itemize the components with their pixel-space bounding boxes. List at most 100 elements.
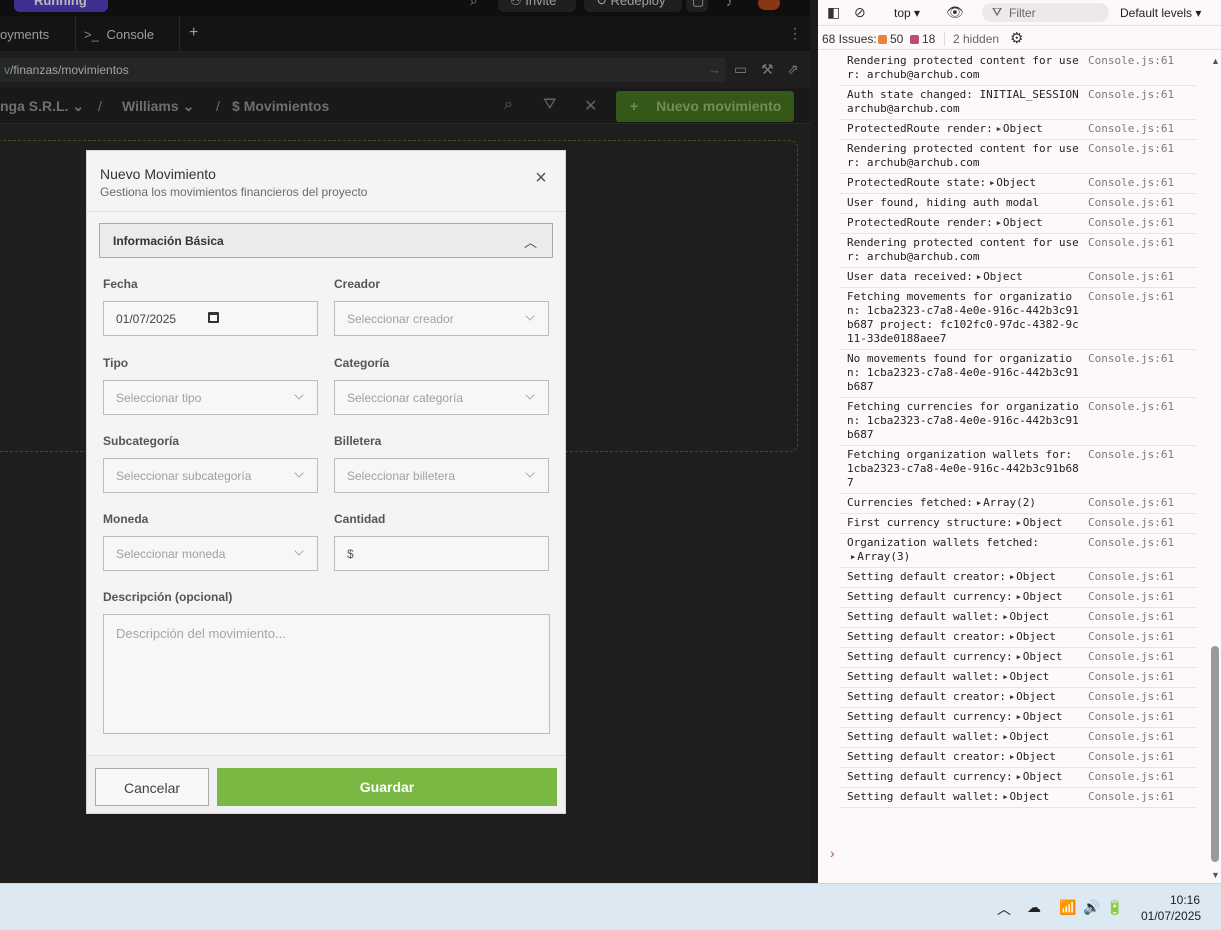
moneda-select[interactable]: Seleccionar moneda bbox=[103, 536, 318, 571]
expand-triangle-icon[interactable]: ▶ bbox=[997, 219, 1001, 227]
expand-triangle-icon[interactable]: ▶ bbox=[1003, 673, 1007, 681]
log-source-link[interactable]: Console.js:61 bbox=[1088, 236, 1174, 250]
log-source-link[interactable]: Console.js:61 bbox=[1088, 122, 1174, 136]
log-object[interactable]: Object bbox=[1010, 730, 1050, 743]
log-source-link[interactable]: Console.js:61 bbox=[1088, 690, 1174, 704]
log-source-link[interactable]: Console.js:61 bbox=[1088, 54, 1174, 68]
sidebar-toggle-icon[interactable]: ◧ bbox=[827, 4, 840, 21]
log-source-link[interactable]: Console.js:61 bbox=[1088, 270, 1174, 284]
issues-warning-count[interactable]: 50 bbox=[878, 32, 903, 46]
settings-gear-icon[interactable]: ⚙ bbox=[1010, 29, 1023, 47]
log-object[interactable]: Object bbox=[1016, 570, 1056, 583]
log-source-link[interactable]: Console.js:61 bbox=[1088, 516, 1174, 530]
log-object[interactable]: Object bbox=[1016, 690, 1056, 703]
log-object[interactable]: Object bbox=[1023, 590, 1063, 603]
clock-time[interactable]: 10:16 bbox=[1170, 893, 1200, 907]
log-source-link[interactable]: Console.js:61 bbox=[1088, 352, 1174, 366]
creador-select[interactable]: Seleccionar creador bbox=[334, 301, 549, 336]
log-object[interactable]: Object bbox=[1023, 710, 1063, 723]
log-source-link[interactable]: Console.js:61 bbox=[1088, 610, 1174, 624]
expand-triangle-icon[interactable]: ▶ bbox=[1003, 733, 1007, 741]
log-levels-select[interactable]: Default levels ▾ bbox=[1120, 6, 1201, 20]
wifi-icon[interactable]: 📶 bbox=[1059, 899, 1076, 916]
expand-triangle-icon[interactable]: ▶ bbox=[1010, 573, 1014, 581]
log-object[interactable]: Object bbox=[1023, 770, 1063, 783]
log-object[interactable]: Object bbox=[1016, 750, 1056, 763]
log-object[interactable]: Object bbox=[1010, 790, 1050, 803]
cloud-icon[interactable]: ☁ bbox=[1027, 899, 1041, 916]
expand-triangle-icon[interactable]: ▶ bbox=[1017, 713, 1021, 721]
expand-triangle-icon[interactable]: ▶ bbox=[851, 553, 855, 561]
log-object[interactable]: Object bbox=[996, 176, 1036, 189]
expand-triangle-icon[interactable]: ▶ bbox=[977, 273, 981, 281]
expand-triangle-icon[interactable]: ▶ bbox=[1010, 693, 1014, 701]
billetera-select[interactable]: Seleccionar billetera bbox=[334, 458, 549, 493]
volume-icon[interactable]: 🔊 bbox=[1083, 899, 1100, 916]
log-object[interactable]: Array(3) bbox=[857, 550, 910, 563]
description-textarea[interactable]: Descripción del movimiento... bbox=[103, 614, 550, 734]
log-source-link[interactable]: Console.js:61 bbox=[1088, 448, 1174, 462]
log-source-link[interactable]: Console.js:61 bbox=[1088, 670, 1174, 684]
expand-triangle-icon[interactable]: ▶ bbox=[990, 179, 994, 187]
log-object[interactable]: Array(2) bbox=[983, 496, 1036, 509]
log-source-link[interactable]: Console.js:61 bbox=[1088, 770, 1174, 784]
expand-triangle-icon[interactable]: ▶ bbox=[977, 499, 981, 507]
expand-triangle-icon[interactable]: ▶ bbox=[1017, 593, 1021, 601]
basic-info-accordion[interactable]: Información Básica ︿ bbox=[99, 223, 553, 258]
log-object[interactable]: Object bbox=[1003, 122, 1043, 135]
log-source-link[interactable]: Console.js:61 bbox=[1088, 630, 1174, 644]
battery-icon[interactable]: 🔋 bbox=[1106, 899, 1123, 916]
cancel-button[interactable]: Cancelar bbox=[95, 768, 209, 806]
log-source-link[interactable]: Console.js:61 bbox=[1088, 590, 1174, 604]
console-scrollbar[interactable]: ▲ ▼ bbox=[1209, 52, 1221, 883]
console-prompt[interactable]: › bbox=[830, 845, 835, 861]
log-source-link[interactable]: Console.js:61 bbox=[1088, 790, 1174, 804]
date-input[interactable]: 01/07/2025 bbox=[103, 301, 318, 336]
subcategoria-select[interactable]: Seleccionar subcategoría bbox=[103, 458, 318, 493]
log-source-link[interactable]: Console.js:61 bbox=[1088, 750, 1174, 764]
log-source-link[interactable]: Console.js:61 bbox=[1088, 400, 1174, 414]
log-source-link[interactable]: Console.js:61 bbox=[1088, 216, 1174, 230]
expand-triangle-icon[interactable]: ▶ bbox=[1017, 519, 1021, 527]
scrollbar-thumb[interactable] bbox=[1211, 646, 1219, 862]
expand-triangle-icon[interactable]: ▶ bbox=[1003, 613, 1007, 621]
log-source-link[interactable]: Console.js:61 bbox=[1088, 650, 1174, 664]
issues-info-count[interactable]: 18 bbox=[910, 32, 935, 46]
log-source-link[interactable]: Console.js:61 bbox=[1088, 88, 1174, 102]
categoria-select[interactable]: Seleccionar categoría bbox=[334, 380, 549, 415]
expand-triangle-icon[interactable]: ▶ bbox=[1003, 793, 1007, 801]
expand-triangle-icon[interactable]: ▶ bbox=[1017, 773, 1021, 781]
expand-triangle-icon[interactable]: ▶ bbox=[997, 125, 1001, 133]
amount-input[interactable]: $ bbox=[334, 536, 549, 571]
save-button[interactable]: Guardar bbox=[217, 768, 557, 806]
log-object[interactable]: Object bbox=[1023, 516, 1063, 529]
chevron-up-icon[interactable]: ︿ bbox=[997, 899, 1011, 919]
log-object[interactable]: Object bbox=[983, 270, 1023, 283]
log-source-link[interactable]: Console.js:61 bbox=[1088, 290, 1174, 304]
log-source-link[interactable]: Console.js:61 bbox=[1088, 730, 1174, 744]
log-source-link[interactable]: Console.js:61 bbox=[1088, 496, 1174, 510]
log-source-link[interactable]: Console.js:61 bbox=[1088, 176, 1174, 190]
eye-icon[interactable]: 👁 bbox=[946, 4, 964, 21]
expand-triangle-icon[interactable]: ▶ bbox=[1017, 653, 1021, 661]
log-source-link[interactable]: Console.js:61 bbox=[1088, 196, 1174, 210]
context-select[interactable]: top ▾ bbox=[894, 6, 920, 20]
scroll-down-icon[interactable]: ▼ bbox=[1211, 870, 1220, 880]
tipo-select[interactable]: Seleccionar tipo bbox=[103, 380, 318, 415]
calendar-icon[interactable] bbox=[208, 312, 219, 323]
log-object[interactable]: Object bbox=[1010, 610, 1050, 623]
scroll-up-icon[interactable]: ▲ bbox=[1211, 56, 1220, 66]
log-object[interactable]: Object bbox=[1016, 630, 1056, 643]
filter-input[interactable]: ⛛ Filter bbox=[982, 3, 1109, 22]
log-source-link[interactable]: Console.js:61 bbox=[1088, 536, 1174, 550]
log-object[interactable]: Object bbox=[1023, 650, 1063, 663]
log-source-link[interactable]: Console.js:61 bbox=[1088, 142, 1174, 156]
log-source-link[interactable]: Console.js:61 bbox=[1088, 710, 1174, 724]
log-object[interactable]: Object bbox=[1003, 216, 1043, 229]
expand-triangle-icon[interactable]: ▶ bbox=[1010, 633, 1014, 641]
log-source-link[interactable]: Console.js:61 bbox=[1088, 570, 1174, 584]
expand-triangle-icon[interactable]: ▶ bbox=[1010, 753, 1014, 761]
close-icon[interactable]: × bbox=[531, 168, 551, 189]
log-object[interactable]: Object bbox=[1010, 670, 1050, 683]
clock-date[interactable]: 01/07/2025 bbox=[1141, 909, 1201, 923]
